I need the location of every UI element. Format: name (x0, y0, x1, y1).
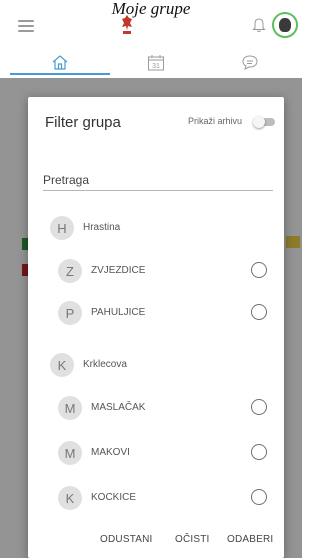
item-name: MAKOVI (91, 447, 130, 458)
archive-toggle[interactable] (253, 116, 275, 128)
dialog-title: Filter grupa (45, 114, 121, 131)
dialog-actions: ODUSTANI OČISTI ODABERI (28, 534, 284, 554)
group-row: H Hrastina (28, 213, 284, 243)
group-avatar: H (50, 216, 74, 240)
archive-toggle-label: Prikaži arhivu (188, 116, 243, 126)
list-item[interactable]: Z ZVJEZDICE (28, 256, 284, 286)
menu-icon[interactable] (18, 20, 34, 32)
select-radio[interactable] (251, 304, 267, 320)
item-avatar: K (58, 486, 82, 510)
tab-calendar[interactable]: 31 (106, 48, 206, 76)
list-item[interactable]: P PAHULJICE (28, 298, 284, 328)
select-radio[interactable] (251, 399, 267, 415)
select-radio[interactable] (251, 262, 267, 278)
group-name: Hrastina (83, 222, 121, 233)
select-radio[interactable] (251, 489, 267, 505)
notification-bell-icon[interactable] (252, 17, 266, 33)
group-row: K Krklecova (28, 350, 284, 380)
select-radio[interactable] (251, 444, 267, 460)
filter-dialog: Filter grupa Prikaži arhivu H Hrastina Z… (28, 97, 284, 558)
chat-icon (242, 55, 258, 70)
tab-home[interactable] (10, 48, 110, 76)
calendar-icon: 31 (148, 54, 164, 70)
clear-button[interactable]: OČISTI (175, 534, 210, 545)
item-avatar: M (58, 441, 82, 465)
item-name: PAHULJICE (91, 307, 146, 318)
list-item[interactable]: M MASLAČAK (28, 393, 284, 423)
item-avatar: P (58, 301, 82, 325)
item-avatar: M (58, 396, 82, 420)
item-name: ZVJEZDICE (91, 265, 146, 276)
user-avatar[interactable] (272, 12, 298, 38)
select-button[interactable]: ODABERI (227, 534, 273, 545)
group-name: Krklecova (83, 359, 127, 370)
search-input[interactable] (43, 169, 273, 191)
cancel-button[interactable]: ODUSTANI (100, 534, 153, 545)
calendar-day: 31 (152, 63, 160, 70)
item-avatar: Z (58, 259, 82, 283)
list-item[interactable]: M MAKOVI (28, 438, 284, 468)
app-logo (122, 15, 132, 34)
tab-bar: 31 (0, 48, 302, 76)
top-app-bar (0, 12, 302, 42)
item-name: MASLAČAK (91, 402, 146, 413)
tab-messages[interactable] (200, 48, 300, 76)
active-tab-indicator (10, 73, 110, 75)
group-avatar: K (50, 353, 74, 377)
item-name: KOCKICE (91, 492, 137, 503)
home-icon (52, 55, 68, 70)
list-item[interactable]: K KOCKICE (28, 483, 284, 513)
